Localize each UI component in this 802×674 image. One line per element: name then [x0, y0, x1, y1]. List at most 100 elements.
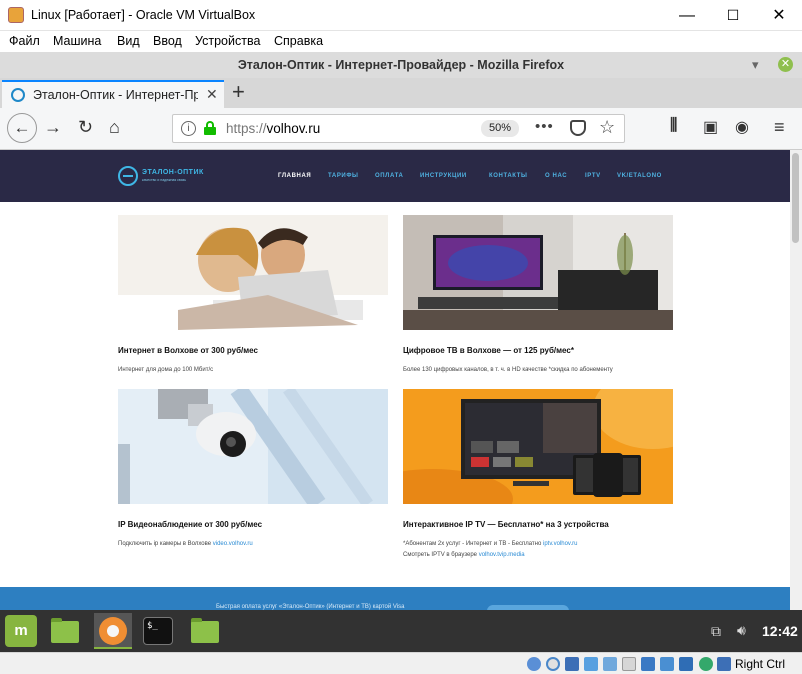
account-icon[interactable]: ◉ [735, 117, 749, 137]
new-tab-icon[interactable]: + [232, 79, 245, 105]
site-logo-text[interactable]: ЭТАЛОН-ОПТИК [142, 169, 204, 176]
nav-link-vk[interactable]: VK/ETALONO [617, 173, 662, 179]
folder-icon [51, 618, 79, 643]
site-header: ЭТАЛОН-ОПТИК качество и надежная связь Г… [0, 150, 790, 202]
panel-app-terminal[interactable]: $_ [140, 613, 178, 649]
shared-folders-icon[interactable] [622, 657, 636, 671]
card-description: Подключить ip камеры в Волхове video.vol… [118, 540, 253, 550]
hamburger-menu-icon[interactable]: ≡ [774, 117, 785, 138]
url-scheme: https:// [226, 121, 267, 136]
nav-link-about[interactable]: О НАС [545, 173, 567, 179]
vbox-window-title: Linux [Работает] - Oracle VM VirtualBox [31, 8, 256, 22]
usb-icon[interactable] [603, 657, 617, 671]
vbox-titlebar: Linux [Работает] - Oracle VM VirtualBox … [0, 0, 802, 31]
network-adapter-icon[interactable] [584, 657, 598, 671]
terminal-icon: $_ [143, 617, 173, 645]
card-link[interactable]: video.volhov.ru [213, 541, 253, 547]
card-image-iptv-devices[interactable] [403, 389, 673, 504]
zoom-indicator[interactable]: 50% [481, 120, 519, 137]
clock[interactable]: 12:42 [762, 623, 798, 639]
mint-panel: m $_ ⧉ 🔊︎ 12:42 [0, 610, 802, 652]
video-capture-icon[interactable] [660, 657, 674, 671]
close-button[interactable]: ✕ [756, 0, 802, 31]
tab-bar: Эталон-Оптик - Интернет-Провайдер ✕ + [0, 78, 802, 108]
audio-icon[interactable] [565, 657, 579, 671]
card-title[interactable]: Интернет в Волхове от 300 руб/мес [118, 346, 258, 355]
nav-link-instructions[interactable]: ИНСТРУКЦИИ [420, 173, 467, 179]
url-bar[interactable]: i https://volhov.ru 50% ••• ☆ [172, 114, 625, 143]
menu-view[interactable]: Вид [117, 34, 140, 48]
folder-icon [191, 618, 219, 643]
card-image-living-room-tv[interactable] [403, 215, 673, 330]
nav-link-iptv[interactable]: IPTV [585, 173, 601, 179]
payment-banner: Быстрая оплата услуг «Эталон-Оптик» (Инт… [0, 587, 790, 610]
lock-icon[interactable] [204, 121, 216, 135]
network-icon[interactable]: ⧉ [711, 623, 721, 640]
sidebar-icon[interactable]: ▣ [703, 117, 718, 137]
cpu-icon[interactable] [699, 657, 713, 671]
pocket-icon[interactable] [570, 120, 586, 136]
volume-icon[interactable]: 🔊︎ [737, 622, 746, 639]
card-description: *Абонентам 2х услуг - Интернет и ТВ - Бе… [403, 540, 577, 550]
panel-app-firefox[interactable] [94, 613, 132, 649]
tab-active[interactable]: Эталон-Оптик - Интернет-Провайдер ✕ [2, 80, 224, 108]
card-link[interactable]: iptv.volhov.ru [543, 541, 577, 547]
card-description: Интернет для дома до 100 Мбит/с [118, 367, 214, 373]
bookmark-star-icon[interactable]: ☆ [599, 117, 615, 138]
site-logo-icon[interactable] [118, 166, 138, 186]
vbox-menubar: Файл Машина Вид Ввод Устройства Справка [0, 31, 802, 52]
mint-menu-button[interactable]: m [5, 615, 37, 647]
host-key-label: Right Ctrl [735, 657, 786, 671]
menu-file[interactable]: Файл [9, 34, 40, 48]
menu-help[interactable]: Справка [274, 34, 323, 48]
firefox-close-icon[interactable]: ✕ [778, 57, 793, 72]
nav-link-home[interactable]: ГЛАВНАЯ [278, 173, 311, 179]
tab-title: Эталон-Оптик - Интернет-Провайдер [33, 88, 198, 102]
card-image-security-camera[interactable] [118, 389, 388, 504]
vbox-statusbar: Right Ctrl [0, 652, 802, 674]
minimize-button[interactable]: — [664, 0, 710, 31]
mouse-integration-icon[interactable] [717, 657, 731, 671]
library-icon[interactable]: ⫼ [670, 117, 677, 135]
optical-drive-icon[interactable] [546, 657, 560, 671]
virtualbox-icon [8, 7, 24, 23]
card-description-text: Подключить ip камеры в Волхове [118, 541, 213, 547]
firefox-window-title: Эталон-Оптик - Интернет-Провайдер - Mozi… [237, 58, 565, 72]
card-image-couple-laptop[interactable] [118, 215, 388, 330]
url-host: volhov.ru [266, 121, 321, 136]
panel-app-files[interactable] [46, 613, 84, 649]
page-scrollbar[interactable] [790, 150, 802, 610]
forward-icon[interactable]: → [44, 117, 62, 138]
nav-link-contacts[interactable]: КОНТАКТЫ [489, 173, 527, 179]
card-title[interactable]: IP Видеонаблюдение от 300 руб/мес [118, 520, 262, 529]
card-description-text: *Абонентам 2х услуг - Интернет и ТВ - Бе… [403, 541, 544, 547]
web-page: ЭТАЛОН-ОПТИК качество и надежная связь Г… [0, 150, 790, 610]
info-icon[interactable]: i [181, 121, 196, 136]
firefox-titlebar: Эталон-Оптик - Интернет-Провайдер - Mozi… [0, 52, 802, 78]
menu-devices[interactable]: Устройства [195, 34, 260, 48]
panel-app-folder[interactable] [186, 613, 224, 649]
nav-toolbar: ← → ↻ ⌂ i https://volhov.ru 50% ••• ☆ ⫼ … [0, 108, 802, 150]
scrollbar-thumb[interactable] [792, 153, 799, 243]
card-title[interactable]: Цифровое ТВ в Волхове — от 125 руб/мес* [403, 346, 574, 355]
nav-link-tariffs[interactable]: ТАРИФЫ [328, 173, 359, 179]
maximize-button[interactable]: ☐ [710, 0, 756, 31]
nav-link-payment[interactable]: ОПЛАТА [375, 173, 403, 179]
display-icon[interactable] [641, 657, 655, 671]
site-logo-subtitle: качество и надежная связь [142, 178, 187, 182]
card-description-text: Смотреть IPTV в браузере [403, 552, 479, 558]
site-favicon-icon [11, 88, 25, 102]
url-text[interactable]: https://volhov.ru [226, 121, 320, 136]
card-link[interactable]: volhov.tvip.media [479, 552, 525, 558]
card-title[interactable]: Интерактивное IP TV — Бесплатно* на 3 ус… [403, 520, 609, 529]
tab-close-icon[interactable]: ✕ [206, 86, 218, 103]
home-icon[interactable]: ⌂ [109, 117, 120, 138]
firefox-minimize-icon[interactable]: ▾ [752, 57, 759, 73]
reload-icon[interactable]: ↻ [78, 117, 93, 138]
menu-input[interactable]: Ввод [153, 34, 182, 48]
hard-disk-icon[interactable] [527, 657, 541, 671]
virtualization-icon[interactable] [679, 657, 693, 671]
back-icon[interactable]: ← [7, 113, 37, 143]
page-actions-icon[interactable]: ••• [535, 118, 554, 135]
menu-machine[interactable]: Машина [53, 34, 101, 48]
